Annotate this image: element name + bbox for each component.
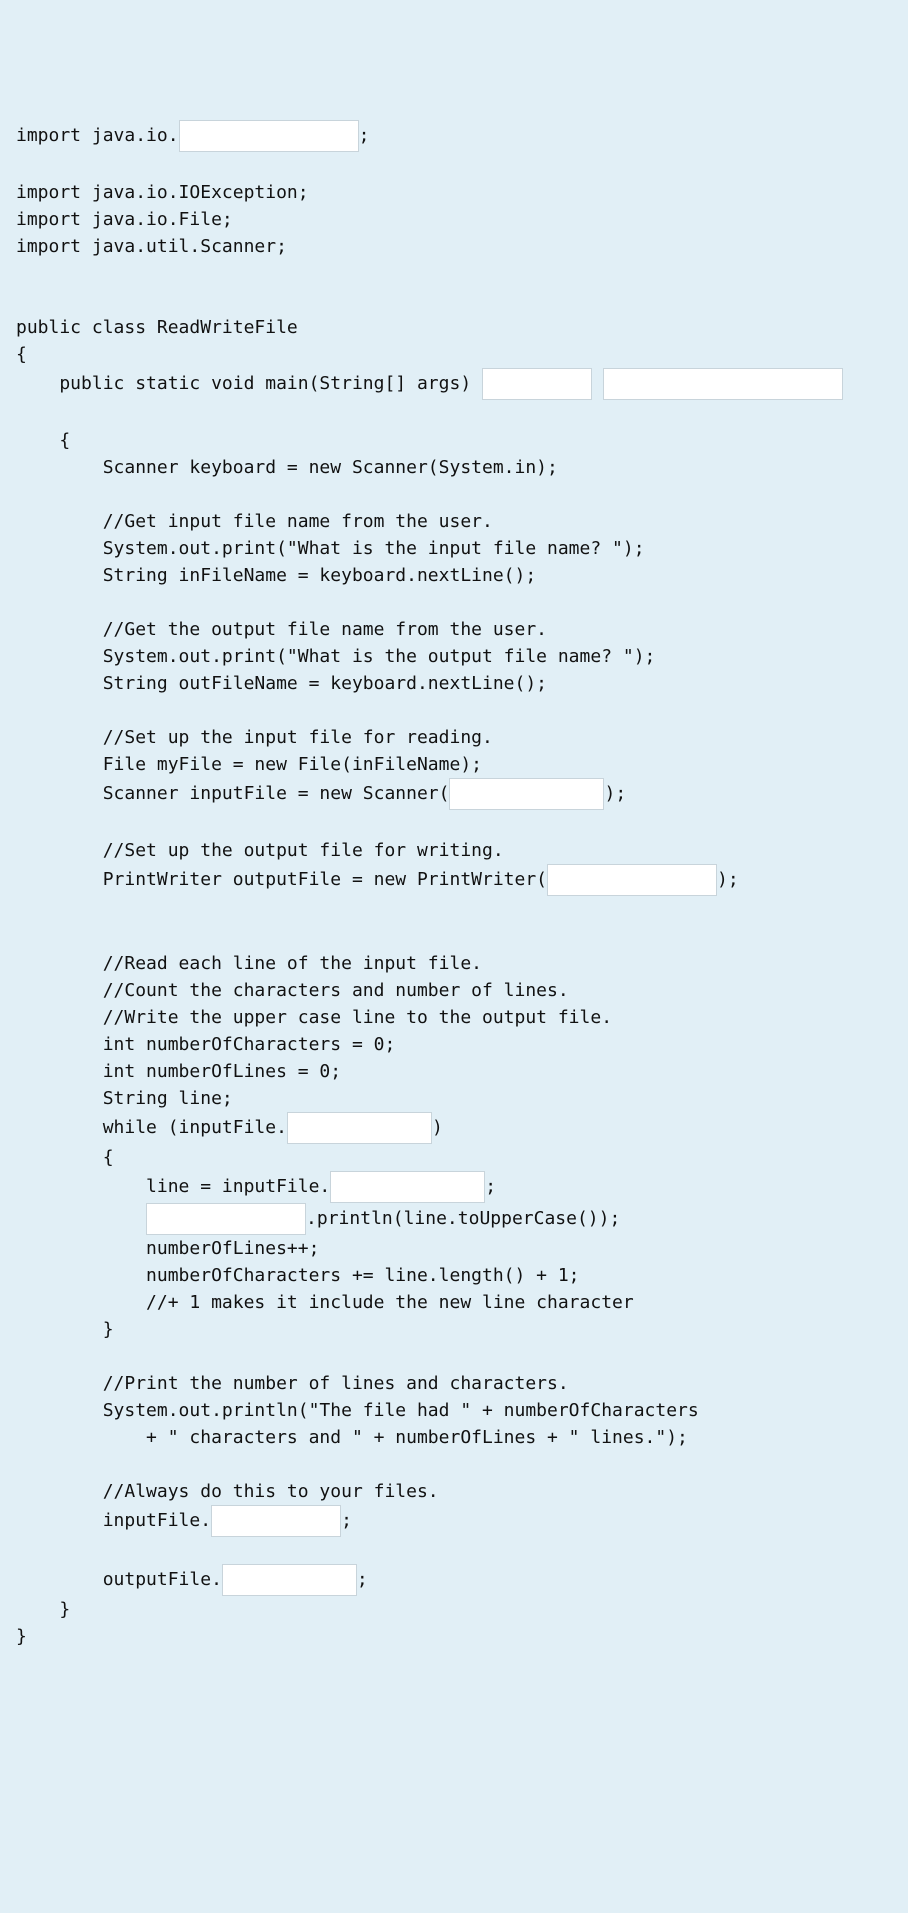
code-text: } [16,1319,114,1340]
code-text: + " characters and " + numberOfLines + "… [16,1427,688,1448]
code-text: ; [485,1176,496,1197]
code-text: numberOfCharacters += line.length() + 1; [16,1265,580,1286]
code-text: //Count the characters and number of lin… [16,980,569,1001]
code-text: .println(line.toUpperCase()); [306,1208,620,1229]
code-text [592,373,603,394]
code-text: //Set up the input file for reading. [16,727,493,748]
code-text: PrintWriter outputFile = new PrintWriter… [16,869,547,890]
code-text: String outFileName = keyboard.nextLine()… [16,673,547,694]
blank-close-output[interactable] [222,1564,357,1596]
code-text: ); [717,869,739,890]
code-text: { [16,344,27,365]
code-text: //Print the number of lines and characte… [16,1373,569,1394]
blank-scanner-arg[interactable] [449,778,604,810]
code-text: //+ 1 makes it include the new line char… [16,1292,634,1313]
code-fill-exercise: import java.io.; import java.io.IOExcept… [16,120,892,1650]
code-text: public static void main(String[] args) [16,373,482,394]
code-text: } [16,1599,70,1620]
code-text: import java.io.IOException; [16,182,309,203]
code-text: int numberOfCharacters = 0; [16,1034,395,1055]
blank-output-object[interactable] [146,1203,306,1235]
code-text [16,1208,146,1229]
code-text: //Get input file name from the user. [16,511,493,532]
code-text: //Read each line of the input file. [16,953,482,974]
blank-close-input[interactable] [211,1505,341,1537]
blank-import-class[interactable] [179,120,359,152]
code-text: { [16,430,70,451]
code-text: System.out.print("What is the input file… [16,538,645,559]
code-text: //Set up the output file for writing. [16,840,504,861]
code-text: Scanner inputFile = new Scanner( [16,783,449,804]
code-text: int numberOfLines = 0; [16,1061,341,1082]
code-text: //Always do this to your files. [16,1481,439,1502]
blank-while-condition[interactable] [287,1112,432,1144]
code-text: File myFile = new File(inFileName); [16,754,482,775]
code-text: import java.util.Scanner; [16,236,287,257]
code-text: import java.io. [16,125,179,146]
code-text: numberOfLines++; [16,1238,319,1259]
code-text: System.out.println("The file had " + num… [16,1400,699,1421]
code-text: ); [604,783,626,804]
code-text: outputFile. [16,1569,222,1590]
code-text: } [16,1626,27,1647]
code-text: ; [359,125,370,146]
code-text: import java.io.File; [16,209,233,230]
blank-exception-type[interactable] [603,368,843,400]
blank-throws-keyword[interactable] [482,368,592,400]
code-text: ; [341,1510,352,1531]
code-text: //Get the output file name from the user… [16,619,547,640]
blank-read-line[interactable] [330,1171,485,1203]
code-text: String inFileName = keyboard.nextLine(); [16,565,536,586]
code-text: { [16,1147,114,1168]
code-text: Scanner keyboard = new Scanner(System.in… [16,457,558,478]
code-text: while (inputFile. [16,1117,287,1138]
blank-printwriter-arg[interactable] [547,864,717,896]
code-text: String line; [16,1088,233,1109]
code-text: ; [357,1569,368,1590]
code-text: //Write the upper case line to the outpu… [16,1007,612,1028]
code-text: ) [432,1117,443,1138]
code-text: inputFile. [16,1510,211,1531]
code-text: public class ReadWriteFile [16,317,298,338]
code-text: System.out.print("What is the output fil… [16,646,655,667]
code-text: line = inputFile. [16,1176,330,1197]
